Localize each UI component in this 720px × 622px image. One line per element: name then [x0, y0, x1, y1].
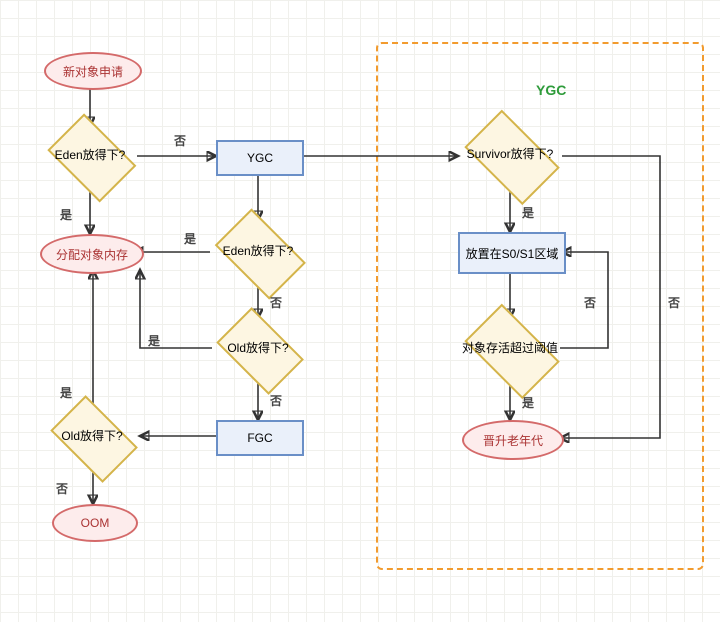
node-s0s1-label: 放置在S0/S1区域	[466, 245, 559, 262]
node-survivor-fit-label: Survivor放得下?	[465, 146, 556, 164]
lbl-eden2-no: 否	[270, 294, 282, 311]
lbl-oldmid-yes: 是	[148, 332, 160, 349]
node-new-object: 新对象申请	[44, 52, 142, 90]
node-eden-fit-2: Eden放得下?	[206, 218, 310, 286]
node-fgc: FGC	[216, 420, 304, 456]
lbl-survivor-yes: 是	[522, 204, 534, 221]
node-old-fit-left-label: Old放得下?	[59, 428, 124, 446]
lbl-survivor-no: 否	[668, 294, 680, 311]
node-s0s1: 放置在S0/S1区域	[458, 232, 566, 274]
node-old-fit-left: Old放得下?	[42, 404, 142, 470]
node-new-object-label: 新对象申请	[63, 63, 123, 80]
node-old-fit-mid-label: Old放得下?	[225, 340, 290, 358]
lbl-eden1-no: 否	[174, 132, 186, 149]
lbl-eden2-yes: 是	[184, 230, 196, 247]
node-alloc: 分配对象内存	[40, 234, 144, 274]
node-eden-fit-1-label: Eden放得下?	[53, 147, 128, 165]
lbl-threshold-no: 否	[584, 294, 596, 311]
node-survivor-fit: Survivor放得下?	[454, 120, 566, 190]
node-fgc-label: FGC	[247, 431, 272, 445]
node-promote-label: 晋升老年代	[483, 432, 543, 449]
node-ygc: YGC	[216, 140, 304, 176]
node-ygc-label: YGC	[247, 151, 273, 165]
node-threshold: 对象存活超过阈值	[454, 314, 566, 384]
lbl-oldleft-yes: 是	[60, 384, 72, 401]
node-threshold-label: 对象存活超过阈值	[460, 340, 560, 358]
lbl-oldleft-no: 否	[56, 480, 68, 497]
node-promote: 晋升老年代	[462, 420, 564, 460]
node-alloc-label: 分配对象内存	[56, 246, 128, 263]
node-eden-fit-1: Eden放得下?	[40, 122, 140, 190]
node-oom-label: OOM	[81, 516, 110, 530]
node-oom: OOM	[52, 504, 138, 542]
lbl-eden1-yes: 是	[60, 206, 72, 223]
node-old-fit-mid: Old放得下?	[208, 316, 308, 382]
ygc-region-title: YGC	[536, 82, 566, 98]
node-eden-fit-2-label: Eden放得下?	[221, 243, 296, 261]
lbl-oldmid-no: 否	[270, 392, 282, 409]
lbl-threshold-yes: 是	[522, 394, 534, 411]
